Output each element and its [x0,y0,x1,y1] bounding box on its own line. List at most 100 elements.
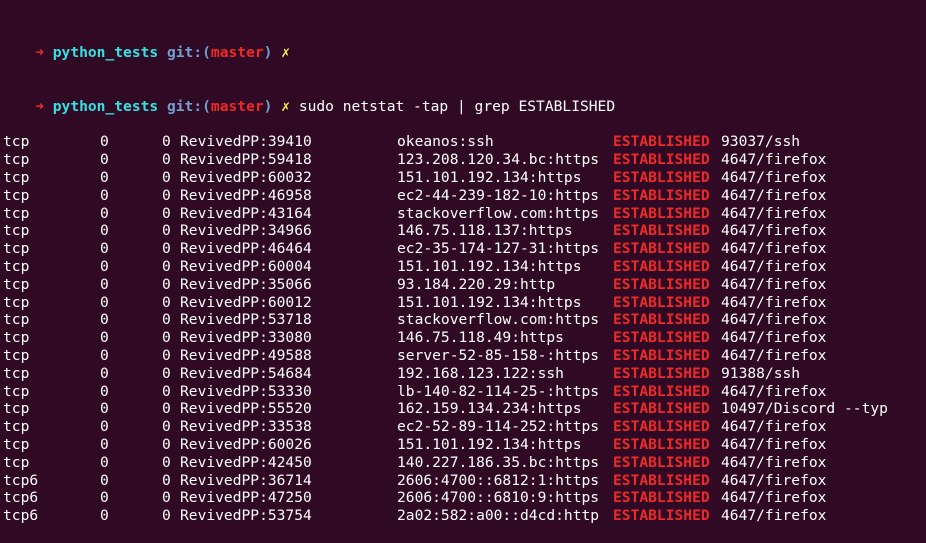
connection-foreign-address: ec2-35-174-127-31:https [397,240,600,258]
connection-program: 4647/firefox [721,186,827,204]
connection-state: ESTABLISHED [613,507,710,525]
connection-recv-q: 0 [100,133,109,151]
connection-foreign-address: server-52-85-158-:https [397,346,600,364]
prompt-git-close: ) [263,97,273,115]
connection-recv-q: 0 [100,168,109,186]
connection-local-address: RevivedPP:35066 [180,275,312,293]
connection-state: ESTABLISHED [613,418,710,436]
connection-recv-q: 0 [100,471,109,489]
connection-local-address: RevivedPP:42450 [180,453,312,471]
connection-recv-q: 0 [100,382,109,400]
connection-send-q: 0 [162,293,171,311]
terminal-output[interactable]: ➜ python_tests git:(master) ✗ ➜ python_t… [0,0,926,543]
connection-state: ESTABLISHED [613,151,710,169]
connection-foreign-address: 146.75.118.137:https [397,222,573,240]
connection-recv-q: 0 [100,293,109,311]
connection-recv-q: 0 [100,275,109,293]
connection-local-address: RevivedPP:53330 [180,382,312,400]
connection-foreign-address: stackoverflow.com:https [397,311,600,329]
connection-send-q: 0 [162,435,171,453]
connection-send-q: 0 [162,329,171,347]
prompt-git-branch: master [210,97,264,115]
connection-protocol: tcp [3,400,30,418]
connection-send-q: 0 [162,151,171,169]
connection-row: tcp6 0 0 RevivedPP:53754 2a02:582:a00::d4cd:… [0,507,926,525]
connection-row: tcp6 0 0 RevivedPP:47250 2606:4700::6810:9:h… [0,489,926,507]
connection-program: 4647/firefox [721,311,827,329]
connection-state: ESTABLISHED [613,400,710,418]
connection-foreign-address: 123.208.120.34.bc:https [397,151,600,169]
connection-foreign-address: 151.101.192.134:https [397,293,582,311]
connection-program: 4647/firefox [721,275,827,293]
connection-state: ESTABLISHED [613,133,710,151]
connection-recv-q: 0 [100,257,109,275]
connection-row: tcp 0 0 RevivedPP:46464 ec2-35-174-127-31:ht… [0,240,926,258]
connection-program: 10497/Discord --typ [721,400,888,418]
connection-foreign-address: 2606:4700::6812:1:https [397,471,600,489]
connection-foreign-address: 2606:4700::6810:9:https [397,489,600,507]
connection-foreign-address: 151.101.192.134:https [397,168,582,186]
connection-recv-q: 0 [100,364,109,382]
connection-state: ESTABLISHED [613,471,710,489]
connection-local-address: RevivedPP:36714 [180,471,312,489]
connection-foreign-address: ec2-44-239-182-10:https [397,186,600,204]
connection-foreign-address: 2a02:582:a00::d4cd:http [397,507,600,525]
prompt-dirty-icon: ✗ [281,97,291,115]
connection-protocol: tcp [3,133,30,151]
connection-program: 4647/firefox [721,382,827,400]
connection-recv-q: 0 [100,489,109,507]
connection-protocol: tcp6 [3,489,39,507]
connection-row: tcp 0 0 RevivedPP:60032 151.101.192.134:http… [0,169,926,187]
connection-local-address: RevivedPP:49588 [180,346,312,364]
connection-recv-q: 0 [100,329,109,347]
connection-state: ESTABLISHED [613,382,710,400]
connection-list: tcp 0 0 RevivedPP:39410 okeanos:ssh ESTABLISH… [0,133,926,525]
prompt-git-label: git:( [166,97,211,115]
connection-foreign-address: 151.101.192.134:https [397,257,582,275]
connection-row: tcp6 0 0 RevivedPP:36714 2606:4700::6812:1:h… [0,472,926,490]
connection-program: 4647/firefox [721,346,827,364]
connection-state: ESTABLISHED [613,329,710,347]
connection-local-address: RevivedPP:53718 [180,311,312,329]
connection-local-address: RevivedPP:53754 [180,507,312,525]
connection-local-address: RevivedPP:60032 [180,168,312,186]
connection-state: ESTABLISHED [613,364,710,382]
previous-prompt-line: ➜ python_tests git:(master) ✗ [0,27,926,61]
connection-local-address: RevivedPP:60004 [180,257,312,275]
connection-send-q: 0 [162,240,171,258]
connection-local-address: RevivedPP:59418 [180,151,312,169]
connection-foreign-address: 151.101.192.134:https [397,435,582,453]
connection-protocol: tcp [3,222,30,240]
connection-protocol: tcp [3,168,30,186]
connection-row: tcp 0 0 RevivedPP:43164 stackoverflow.com:ht… [0,205,926,223]
connection-send-q: 0 [162,222,171,240]
connection-program: 4647/firefox [721,257,827,275]
connection-protocol: tcp [3,257,30,275]
connection-local-address: RevivedPP:39410 [180,133,312,151]
prompt-dirty-icon: ✗ [281,44,291,62]
command-prompt-line: ➜ python_tests git:(master) ✗ sudo netst… [0,80,926,115]
connection-row: tcp 0 0 RevivedPP:33080 146.75.118.49:https E… [0,329,926,347]
connection-send-q: 0 [162,133,171,151]
connection-recv-q: 0 [100,507,109,525]
connection-row: tcp 0 0 RevivedPP:46958 ec2-44-239-182-10:ht… [0,187,926,205]
connection-local-address: RevivedPP:47250 [180,489,312,507]
connection-row: tcp 0 0 RevivedPP:35066 93.184.220.29:http ES… [0,276,926,294]
connection-row: tcp 0 0 RevivedPP:53718 stackoverflow.com:ht… [0,311,926,329]
connection-send-q: 0 [162,471,171,489]
connection-foreign-address: stackoverflow.com:https [397,204,600,222]
connection-state: ESTABLISHED [613,240,710,258]
connection-recv-q: 0 [100,222,109,240]
connection-foreign-address: 140.227.186.35.bc:https [397,453,600,471]
connection-program: 4647/firefox [721,222,827,240]
connection-send-q: 0 [162,453,171,471]
connection-program: 4647/firefox [721,329,827,347]
connection-send-q: 0 [162,382,171,400]
connection-local-address: RevivedPP:33080 [180,329,312,347]
connection-program: 4647/firefox [721,168,827,186]
connection-local-address: RevivedPP:46958 [180,186,312,204]
connection-program: 93037/ssh [721,133,801,151]
connection-send-q: 0 [162,168,171,186]
connection-protocol: tcp [3,204,30,222]
connection-row: tcp 0 0 RevivedPP:54684 192.168.123.122:ssh E… [0,365,926,383]
